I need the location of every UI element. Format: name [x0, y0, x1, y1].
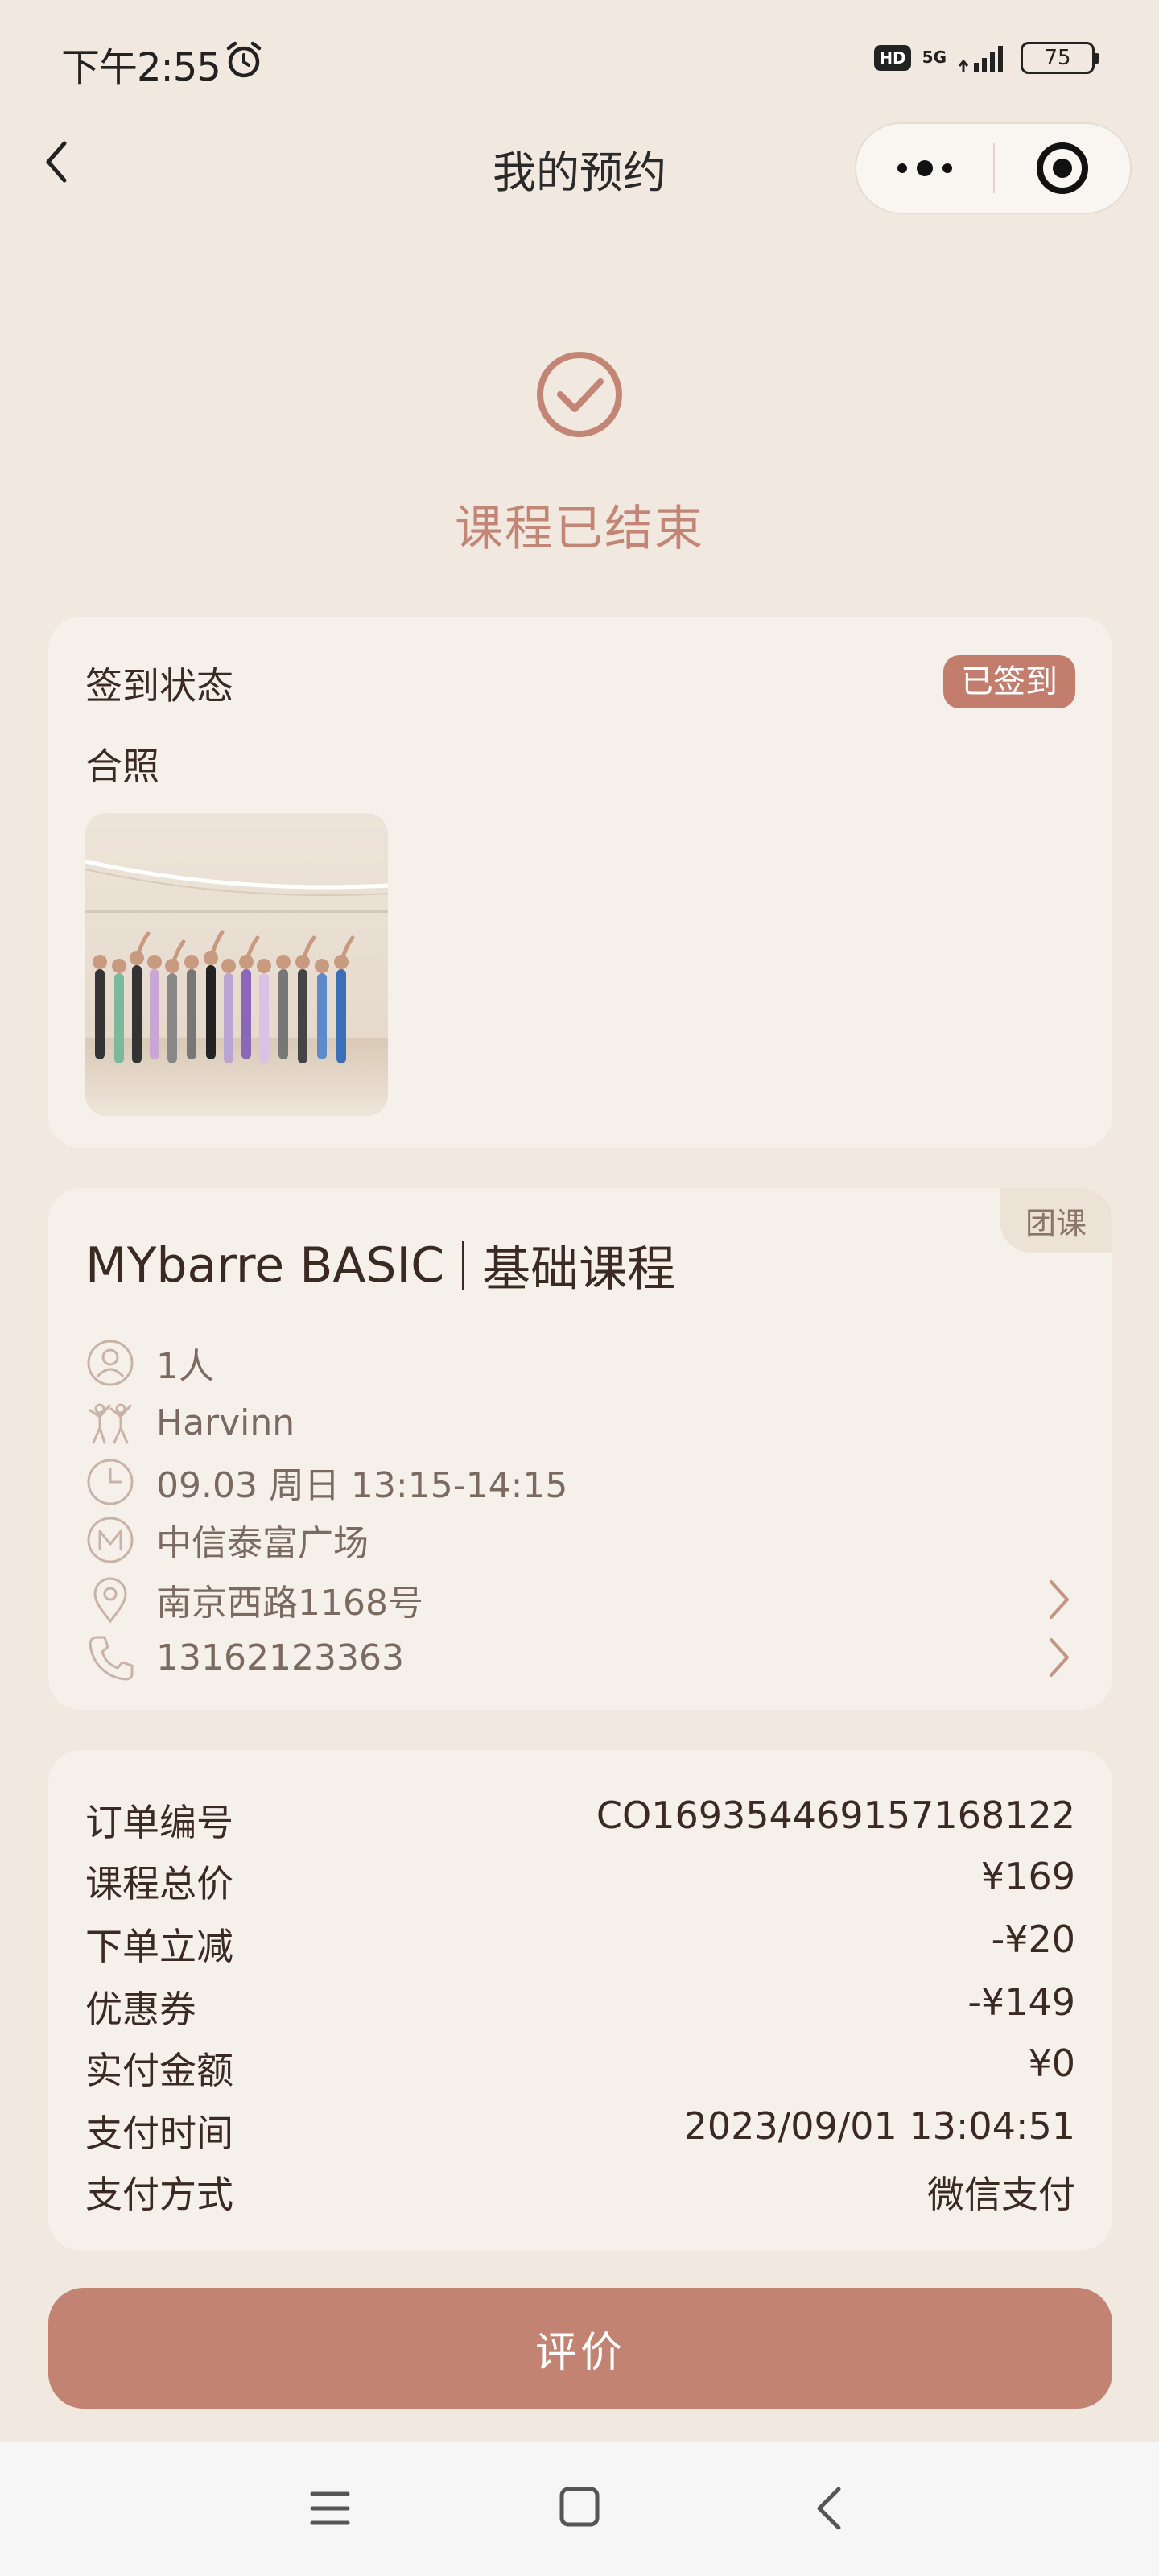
signin-status-label: 签到状态	[85, 664, 233, 708]
group-photo[interactable]	[85, 813, 388, 1116]
venue-m-icon	[87, 1517, 134, 1563]
order-row: 课程总价 ¥169	[85, 1855, 1075, 1908]
total-price: ¥169	[980, 1855, 1075, 1898]
course-title: MYbarre BASIC 基础课程	[85, 1230, 675, 1300]
info-row-venue: 中信泰富广场	[85, 1512, 1075, 1568]
info-row-address[interactable]: 南京西路1168号	[85, 1571, 1075, 1628]
system-back-icon[interactable]	[811, 2484, 847, 2533]
review-button[interactable]: 评价	[48, 2288, 1112, 2409]
more-options-button[interactable]	[856, 160, 993, 176]
payment-method: 微信支付	[927, 2173, 1075, 2216]
order-row-label: 优惠券	[85, 1988, 196, 2031]
venue-name: 中信泰富广场	[156, 1523, 369, 1564]
people-count: 1人	[156, 1346, 214, 1387]
group-photo-image	[85, 813, 388, 1116]
hd-badge: HD	[874, 45, 911, 71]
clock-icon	[87, 1459, 134, 1505]
discount-value: -¥20	[991, 1918, 1075, 1961]
order-row: 下单立减 -¥20	[85, 1918, 1075, 1971]
menu-icon[interactable]	[309, 2484, 351, 2533]
order-row: 订单编号 CO169354469157168122	[85, 1794, 1075, 1847]
info-row-people: 1人	[85, 1335, 1075, 1391]
order-row-label: 支付方式	[85, 2173, 233, 2216]
order-row-label: 实付金额	[85, 2049, 233, 2092]
paid-amount: ¥0	[1028, 2041, 1075, 2085]
close-mini-program-button[interactable]	[995, 142, 1130, 194]
status-time: 下午2:55	[61, 45, 221, 90]
coupon-value: -¥149	[967, 1980, 1075, 2024]
signin-card: 签到状态 已签到 合照	[48, 617, 1112, 1148]
info-row-phone[interactable]: 13162123363	[85, 1629, 1075, 1686]
order-row: 支付方式 微信支付	[85, 2165, 1075, 2219]
course-status-text: 课程已结束	[455, 501, 704, 557]
order-row: 实付金额 ¥0	[85, 2041, 1075, 2095]
signed-in-badge: 已签到	[943, 655, 1075, 708]
address-text: 南京西路1168号	[156, 1583, 423, 1624]
class-time: 09.03 周日 13:15-14:15	[156, 1465, 568, 1506]
signal-strength-icon	[958, 46, 1003, 72]
order-number: CO169354469157168122	[596, 1794, 1075, 1837]
title-separator	[462, 1241, 465, 1290]
group-photo-label: 合照	[85, 745, 159, 788]
signal-group: 5G	[922, 49, 947, 67]
location-pin-icon	[93, 1577, 127, 1624]
chevron-right-icon	[1050, 1580, 1069, 1619]
order-row-label: 课程总价	[85, 1862, 233, 1905]
phone-number: 13162123363	[156, 1637, 404, 1678]
payment-time: 2023/09/01 13:04:51	[683, 2104, 1075, 2148]
info-row-time: 09.03 周日 13:15-14:15	[85, 1454, 1075, 1510]
check-circle-icon	[537, 352, 622, 437]
mini-program-capsule	[855, 122, 1132, 214]
order-row: 优惠券 -¥149	[85, 1980, 1075, 2033]
dot-icon	[942, 163, 952, 173]
instructor-name: Harvinn	[156, 1402, 295, 1443]
spacer-icon	[922, 65, 930, 67]
group-class-tag: 团课	[1000, 1188, 1112, 1253]
target-icon	[1037, 142, 1088, 194]
dancer-icon	[89, 1403, 132, 1444]
order-row: 支付时间 2023/09/01 13:04:51	[85, 2104, 1075, 2157]
chevron-right-icon	[1050, 1638, 1069, 1677]
order-row-label: 支付时间	[85, 2112, 233, 2155]
dot-icon	[917, 160, 933, 176]
order-card: 订单编号 CO169354469157168122 课程总价 ¥169 下单立减…	[48, 1750, 1112, 2251]
person-icon	[87, 1340, 134, 1386]
battery-indicator: 75	[1021, 42, 1099, 74]
info-row-instructor: Harvinn	[85, 1394, 1075, 1451]
course-card: 团课 MYbarre BASIC 基础课程 1人 Harvinn 09.03 周…	[48, 1188, 1112, 1710]
order-row-label: 下单立减	[85, 1925, 233, 1968]
phone-icon	[89, 1636, 134, 1681]
course-name-cn: 基础课程	[482, 1241, 676, 1298]
battery-level: 75	[1044, 46, 1071, 70]
alarm-clock-icon	[226, 41, 262, 78]
home-icon[interactable]	[559, 2486, 600, 2528]
dot-icon	[897, 163, 907, 173]
course-name-en: MYbarre BASIC	[85, 1236, 445, 1294]
status-indicators: HD 5G 75	[874, 42, 1099, 74]
order-row-label: 订单编号	[85, 1801, 233, 1844]
network-type: 5G	[922, 47, 947, 67]
